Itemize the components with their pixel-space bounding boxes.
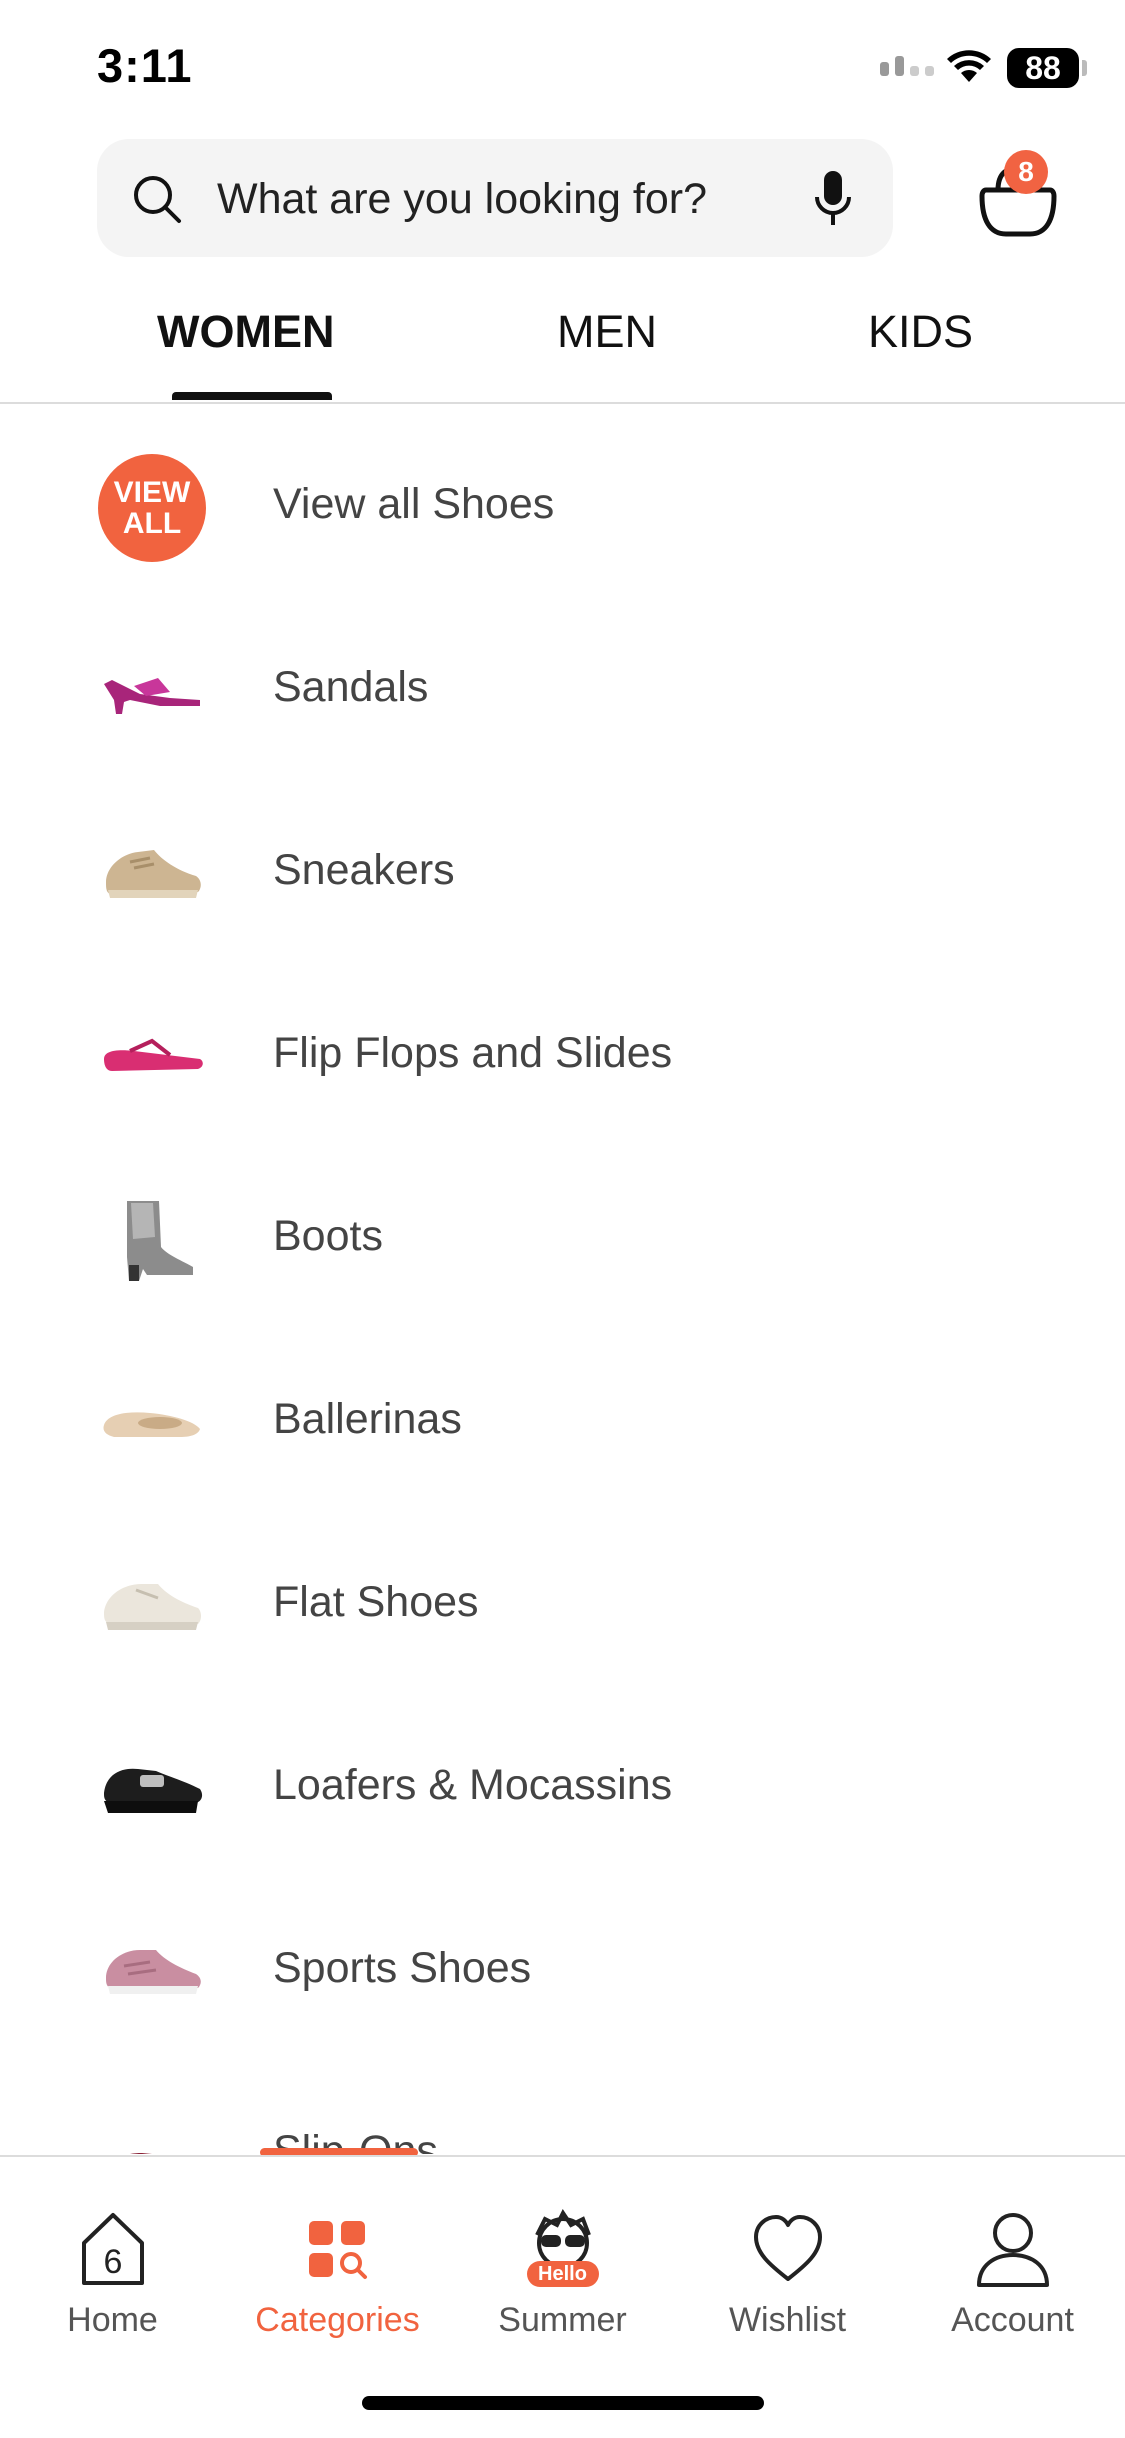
microphone-icon[interactable] [813, 169, 853, 229]
heart-icon [753, 2215, 822, 2281]
nav-home[interactable]: 6 Home [0, 2209, 225, 2340]
nav-label-categories: Categories [255, 2301, 420, 2339]
list-item-boots[interactable]: Boots [0, 1136, 1125, 1319]
tab-women[interactable]: WOMEN [157, 306, 334, 358]
svg-text:6: 6 [103, 2243, 122, 2281]
nav-label-home: Home [67, 2301, 158, 2339]
summer-icon: Hello [523, 2209, 603, 2289]
nav-label-account: Account [951, 2301, 1074, 2339]
home-indicator [362, 2396, 764, 2410]
cellular-signal-icon [880, 56, 934, 76]
sandal-icon [98, 637, 206, 745]
category-list: VIEW ALL View all Shoes Sandals Sneakers [0, 404, 1125, 2154]
nav-categories[interactable]: Categories [225, 2209, 450, 2340]
list-item-ballerinas[interactable]: Ballerinas [0, 1319, 1125, 1502]
active-tab-indicator [172, 392, 332, 400]
search-input[interactable] [215, 167, 799, 231]
category-label: Loafers & Mocassins [273, 1761, 673, 1809]
nav-label-wishlist: Wishlist [728, 2301, 847, 2339]
category-label: Sandals [273, 663, 429, 711]
list-item-sports-shoes[interactable]: Sports Shoes [0, 1868, 1125, 2051]
slip-on-icon [98, 2111, 206, 2154]
wifi-icon [947, 50, 991, 82]
nav-summer[interactable]: Hello Summer [450, 2209, 675, 2340]
list-item-flat-shoes[interactable]: Flat Shoes [0, 1502, 1125, 1685]
list-item-loafers[interactable]: Loafers & Mocassins [0, 1685, 1125, 1868]
view-all-badge-line2: ALL [122, 507, 182, 540]
search-bar[interactable] [97, 139, 893, 257]
category-label: Boots [273, 1212, 383, 1260]
status-time: 3:11 [97, 39, 193, 92]
search-icon [134, 176, 181, 223]
list-item-sandals[interactable]: Sandals [0, 587, 1125, 770]
cart-badge: 8 [1004, 150, 1048, 194]
gender-tabs: WOMEN MEN KIDS [0, 290, 1125, 404]
nav-account[interactable]: Account [900, 2209, 1125, 2340]
view-all-thumb: VIEW ALL [98, 454, 206, 562]
home-icon: 6 [81, 2213, 144, 2285]
account-icon [976, 2213, 1049, 2287]
list-item-sneakers[interactable]: Sneakers [0, 770, 1125, 953]
boot-icon [98, 1186, 206, 1294]
category-label: Flat Shoes [273, 1578, 479, 1626]
ballerina-icon [98, 1369, 206, 1477]
categories-icon [308, 2221, 367, 2279]
flip-flop-icon [98, 1003, 206, 1111]
category-label: View all Shoes [273, 480, 555, 528]
battery-tip [1082, 60, 1087, 76]
category-label: Ballerinas [273, 1395, 462, 1443]
view-all-badge: VIEW ALL [98, 454, 206, 562]
flat-shoe-icon [98, 1552, 206, 1660]
list-item-flip-flops[interactable]: Flip Flops and Slides [0, 953, 1125, 1136]
status-bar: 3:11 88 [0, 0, 1125, 130]
category-label: Sports Shoes [273, 1944, 532, 1992]
view-all-badge-line1: VIEW [113, 476, 191, 509]
nav-label-summer: Summer [498, 2301, 627, 2339]
summer-badge: Hello [526, 2261, 599, 2287]
list-item-view-all[interactable]: VIEW ALL View all Shoes [0, 404, 1125, 587]
nav-wishlist[interactable]: Wishlist [675, 2209, 900, 2340]
list-item-slip-ons[interactable]: Slip-Ons [0, 2051, 1125, 2154]
battery-icon: 88 [1007, 48, 1079, 88]
sneaker-icon [98, 820, 206, 928]
tab-men[interactable]: MEN [557, 306, 657, 358]
tab-kids[interactable]: KIDS [868, 306, 973, 358]
sports-shoe-icon [98, 1918, 206, 2026]
category-label: Sneakers [273, 846, 455, 894]
category-label: Flip Flops and Slides [273, 1029, 673, 1077]
loafer-icon [98, 1735, 206, 1843]
